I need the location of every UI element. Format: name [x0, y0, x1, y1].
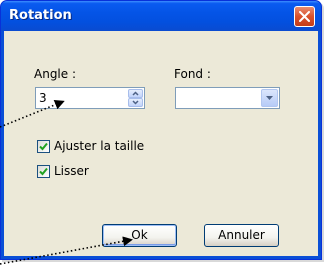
screen: Rotation Angle : Fond : 3 Ajuster la tai…	[0, 0, 328, 271]
annotation-arrow-ok	[0, 236, 133, 265]
annotation-overlay	[0, 99, 133, 265]
annotation-arrow-angle	[0, 99, 65, 128]
